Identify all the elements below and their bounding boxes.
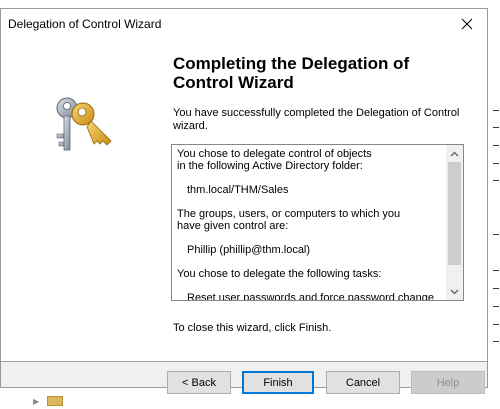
scroll-thumb[interactable] [448,162,461,265]
summary-task: Reset user passwords and force password … [187,292,435,301]
keys-icon [56,97,112,151]
page-title: Completing the Delegation of Control Wiz… [173,54,410,92]
summary-scrollbar[interactable] [446,145,463,300]
back-button[interactable]: < Back [167,371,231,394]
summary-text[interactable]: You chose to delegate control of objects… [177,148,445,301]
summary-folder: thm.local/THM/Sales [187,184,289,196]
summary-line: You chose to delegate the following task… [177,268,382,280]
scroll-up-button[interactable] [446,145,463,162]
summary-line: have given control are: [177,220,289,232]
wizard-banner [1,39,162,361]
summary-delegate: Phillip (phillip@thm.local) [187,244,311,256]
window-title: Delegation of Control Wizard [8,17,162,31]
close-instruction: To close this wizard, click Finish. [173,322,332,334]
summary-line: You chose to delegate control of objects [177,148,372,160]
scroll-down-button[interactable] [446,283,463,300]
summary-line: in the following Active Directory folder… [177,160,363,172]
wizard-dialog: Delegation of Control Wizard Completing … [0,8,488,394]
folder-icon[interactable] [47,396,63,406]
finish-button[interactable]: Finish [242,371,314,394]
close-icon [461,18,473,30]
tree-expand-icon[interactable]: ▶ [33,397,39,406]
close-button[interactable] [447,9,487,39]
summary-box[interactable]: You chose to delegate control of objects… [171,144,464,301]
divider [1,361,487,362]
cancel-button[interactable]: Cancel [326,371,400,394]
summary-line: The groups, users, or computers to which… [177,208,401,220]
chevron-up-icon [450,151,459,156]
help-button[interactable]: Help [411,371,485,394]
background-window-right [488,8,500,388]
wizard-content: Completing the Delegation of Control Wiz… [162,39,487,361]
chevron-down-icon [450,289,459,294]
title-bar[interactable]: Delegation of Control Wizard [1,9,487,39]
intro-text: You have successfully completed the Dele… [173,107,460,132]
background-window-top [0,0,500,8]
